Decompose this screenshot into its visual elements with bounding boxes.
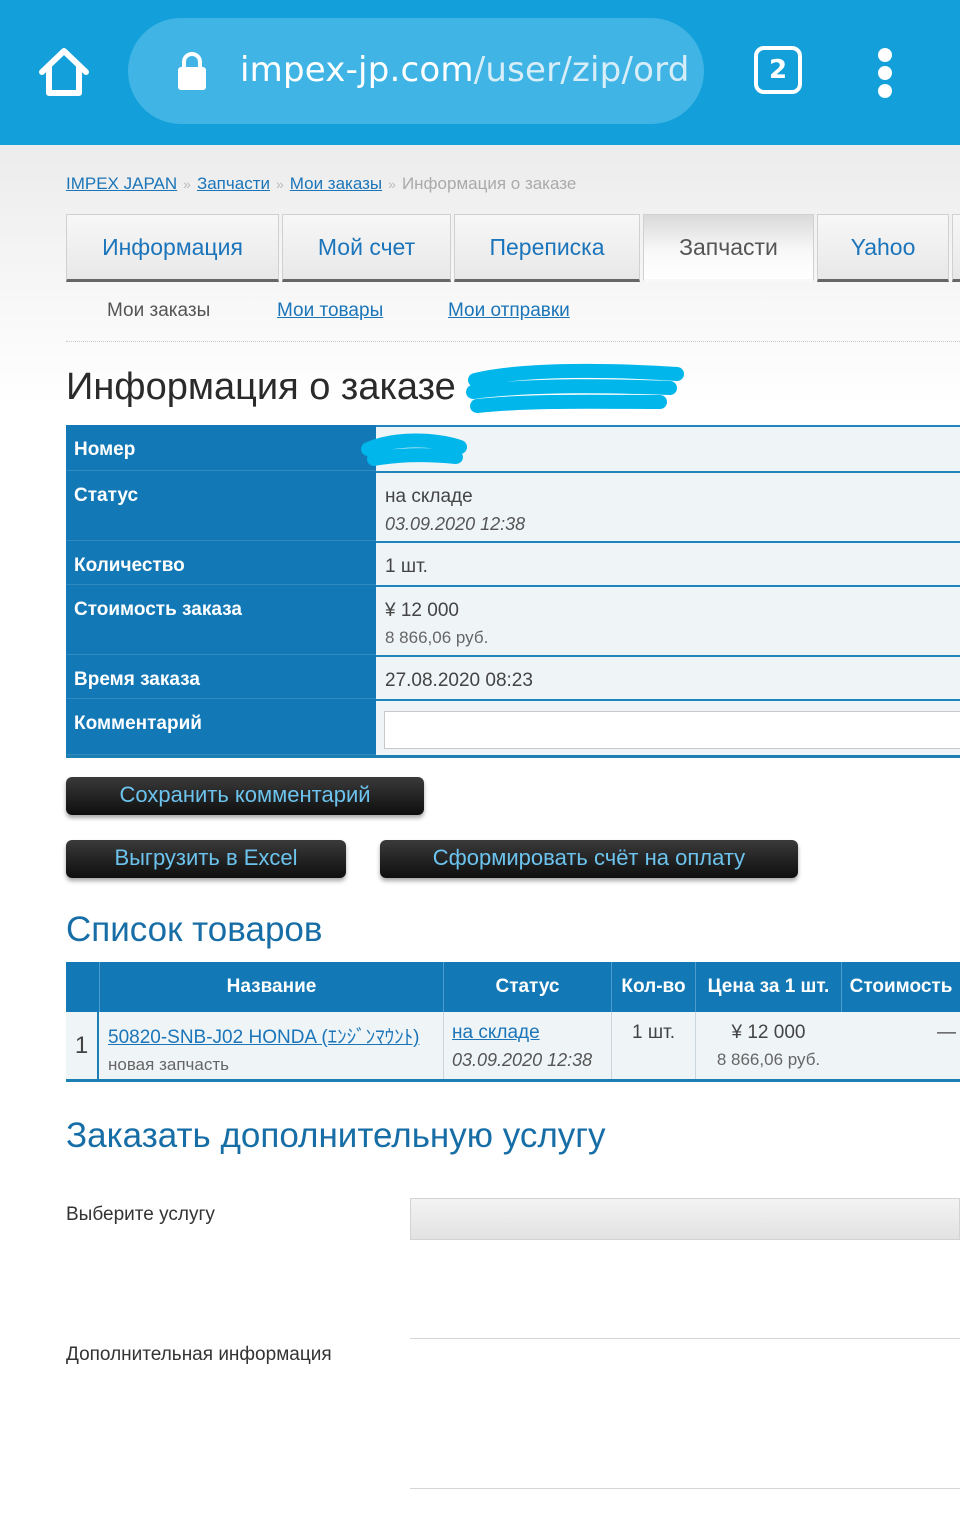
additional-info-label: Дополнительная информация <box>66 1344 332 1365</box>
tab-correspondence[interactable]: Переписка <box>454 214 640 282</box>
info-label: Количество <box>66 541 376 585</box>
breadcrumb-separator: » <box>388 176 396 192</box>
column-header-price: Цена за 1 шт. <box>695 962 841 1012</box>
subnav-divider <box>66 341 960 342</box>
more-vert-icon[interactable] <box>876 48 894 98</box>
tab-my-account[interactable]: Мой счет <box>282 214 451 282</box>
goods-list-title: Список товаров <box>66 910 323 949</box>
status-date: 03.09.2020 12:38 <box>385 514 526 534</box>
form-divider <box>410 1338 960 1339</box>
part-condition: новая запчасть <box>108 1055 229 1074</box>
info-row-time: Время заказа 27.08.2020 08:23 <box>66 655 960 699</box>
column-header-qty: Кол-во <box>611 962 695 1012</box>
tab-parts[interactable]: Запчасти <box>643 214 814 282</box>
info-value: ¥ 12 000 8 866,06 руб. <box>376 585 960 655</box>
home-icon[interactable] <box>36 44 92 100</box>
breadcrumb-link-parts[interactable]: Запчасти <box>197 174 270 193</box>
info-label: Статус <box>66 471 376 541</box>
service-section-title: Заказать дополнительную услугу <box>66 1116 606 1155</box>
info-row-status: Статус на складе 03.09.2020 12:38 <box>66 471 960 541</box>
info-value <box>361 425 960 471</box>
status-date: 03.09.2020 12:38 <box>452 1050 593 1070</box>
info-row-comment: Комментарий <box>66 699 960 755</box>
subnav-my-goods[interactable]: Мои товары <box>277 300 383 322</box>
tab-overflow[interactable] <box>952 214 960 282</box>
order-info-table: Номер Статус на складе 03.09.2020 12:38 … <box>66 425 960 758</box>
status-value: на складе <box>385 486 473 507</box>
price-yen: ¥ 12 000 <box>731 1022 806 1043</box>
info-row-cost: Стоимость заказа ¥ 12 000 8 866,06 руб. <box>66 585 960 655</box>
info-label: Стоимость заказа <box>66 585 376 655</box>
table-row: 1 50820-SNB-J02 HONDA (ｴﾝｼﾞﾝﾏｳﾝﾄ) новая … <box>66 1012 960 1079</box>
tab-switcher-button[interactable]: 2 <box>754 46 802 94</box>
breadcrumb-current: Информация о заказе <box>401 174 577 193</box>
info-value: на складе 03.09.2020 12:38 <box>376 471 960 541</box>
cost-rub: 8 866,06 руб. <box>385 628 489 647</box>
part-link[interactable]: 50820-SNB-J02 HONDA (ｴﾝｼﾞﾝﾏｳﾝﾄ) <box>108 1022 443 1049</box>
cell-price: ¥ 12 000 8 866,06 руб. <box>695 1012 841 1079</box>
subnav-my-shipments[interactable]: Мои отправки <box>448 300 570 322</box>
info-label: Номер <box>66 425 376 471</box>
save-comment-button[interactable]: Сохранить комментарий <box>66 777 424 815</box>
row-number: 1 <box>66 1012 99 1079</box>
column-header-status: Статус <box>443 962 611 1012</box>
service-select-label: Выберите услугу <box>66 1204 215 1225</box>
url-text: impex-jp.com/user/zip/ord <box>240 50 689 90</box>
url-path: /user/zip/ord <box>473 50 690 90</box>
breadcrumb-separator: » <box>275 176 284 192</box>
breadcrumb-link-my-orders[interactable]: Мои заказы <box>290 174 382 193</box>
subnav-my-orders[interactable]: Мои заказы <box>107 300 210 322</box>
additional-info-input[interactable] <box>410 1488 960 1489</box>
export-excel-button[interactable]: Выгрузить в Excel <box>66 840 346 878</box>
info-label: Комментарий <box>66 699 376 755</box>
cell-status: на складе 03.09.2020 12:38 <box>443 1012 611 1079</box>
redaction-scribble <box>466 363 684 413</box>
status-link[interactable]: на складе <box>452 1022 611 1044</box>
address-bar[interactable]: impex-jp.com/user/zip/ord <box>128 18 704 124</box>
url-host: impex-jp.com <box>240 50 474 90</box>
tab-information[interactable]: Информация <box>66 214 279 282</box>
cost-yen: ¥ 12 000 <box>385 600 459 621</box>
info-value <box>376 699 960 755</box>
browser-toolbar: impex-jp.com/user/zip/ord 2 <box>0 0 960 145</box>
make-invoice-button[interactable]: Сформировать счёт на оплату <box>380 840 798 878</box>
breadcrumb: IMPEX JAPAN » Запчасти » Мои заказы » Информац… <box>66 174 576 194</box>
breadcrumb-separator: » <box>183 176 191 192</box>
cell-qty: 1 шт. <box>611 1012 695 1079</box>
page-title: Информация о заказе <box>66 366 456 408</box>
info-row-number: Номер <box>66 425 960 471</box>
info-value: 27.08.2020 08:23 <box>376 655 960 699</box>
redaction-scribble <box>361 433 467 466</box>
goods-table-header: Название Статус Кол-во Цена за 1 шт. Сто… <box>66 962 960 1012</box>
info-label: Время заказа <box>66 655 376 699</box>
info-row-quantity: Количество 1 шт. <box>66 541 960 585</box>
column-header-total: Стоимость <box>841 962 960 1012</box>
lock-icon <box>178 52 206 90</box>
goods-table: Название Статус Кол-во Цена за 1 шт. Сто… <box>66 962 960 1082</box>
column-header-name: Название <box>99 962 443 1012</box>
tab-yahoo[interactable]: Yahoo <box>817 214 949 282</box>
comment-input[interactable] <box>384 711 960 749</box>
cell-total: — <box>937 1022 956 1043</box>
service-select[interactable] <box>410 1198 960 1240</box>
breadcrumb-link-impex[interactable]: IMPEX JAPAN <box>66 174 177 193</box>
cell-name: 50820-SNB-J02 HONDA (ｴﾝｼﾞﾝﾏｳﾝﾄ) новая за… <box>99 1012 443 1079</box>
info-value: 1 шт. <box>376 541 960 585</box>
price-rub: 8 866,06 руб. <box>716 1050 821 1069</box>
